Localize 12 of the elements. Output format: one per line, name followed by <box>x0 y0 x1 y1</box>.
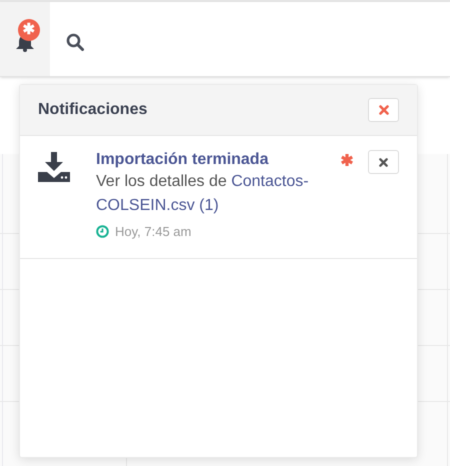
clock-icon <box>96 225 109 238</box>
panel-title: Notificaciones <box>38 100 148 120</box>
download-icon <box>38 152 70 182</box>
dismiss-button[interactable] <box>368 150 399 174</box>
notification-badge: ✱ <box>18 19 40 41</box>
search-icon[interactable] <box>66 33 84 51</box>
notification-message: Ver los detalles de Contactos-COLSEIN.csv (1) <box>96 172 310 216</box>
close-icon <box>378 105 388 115</box>
notification-title[interactable]: Importación terminada <box>96 150 328 170</box>
close-button[interactable] <box>368 98 399 122</box>
notification-time: Hoy, 7:45 am <box>115 223 192 241</box>
close-icon <box>379 158 388 166</box>
